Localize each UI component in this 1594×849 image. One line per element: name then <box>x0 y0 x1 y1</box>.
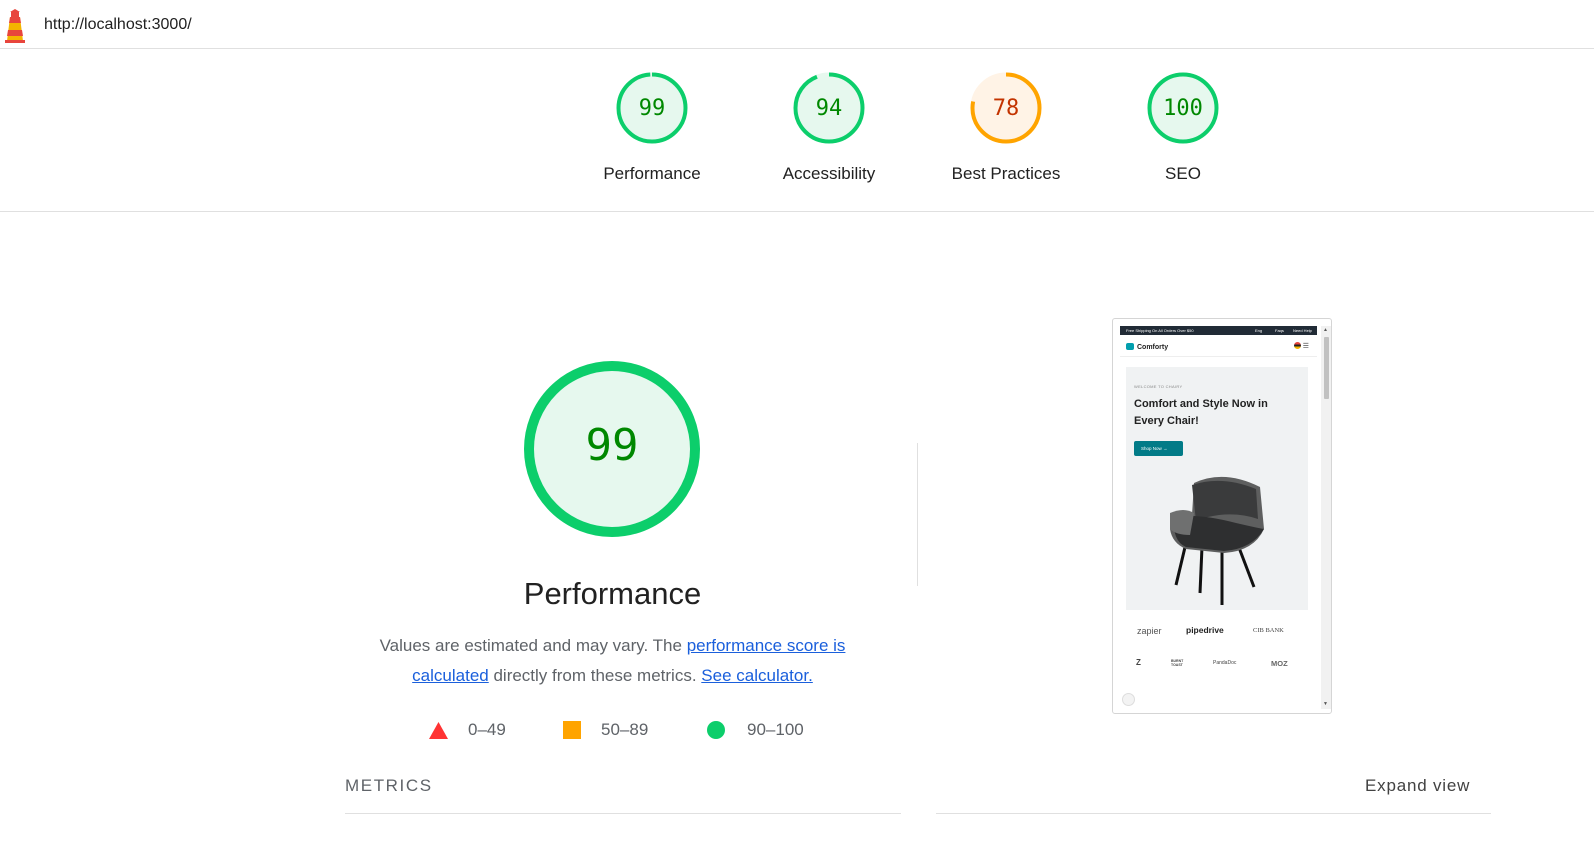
thumb-nav-icons: ☰ <box>1293 342 1309 350</box>
scroll-down-icon: ▼ <box>1323 701 1328 707</box>
description-text: Values are estimated and may vary. The <box>379 636 687 655</box>
scroll-thumb <box>1324 337 1329 399</box>
lighthouse-icon <box>5 9 25 43</box>
legend-range: 0–49 <box>468 720 506 739</box>
page-url[interactable]: http://localhost:3000/ <box>44 16 192 34</box>
thumb-navbar: Comforty ☰ <box>1120 337 1317 357</box>
see-calculator-link[interactable]: See calculator. <box>701 666 813 685</box>
gauge-score: 99 <box>639 96 666 121</box>
thumb-scrollbar: ▲ ▼ <box>1321 326 1331 709</box>
scroll-up-icon: ▲ <box>1323 327 1328 333</box>
chair-logo-icon <box>1126 343 1134 350</box>
legend-pass: 90–100 <box>707 718 804 742</box>
section-divider <box>917 443 918 586</box>
expand-view-button[interactable]: Expand view <box>1365 776 1470 796</box>
logo-z: Z <box>1136 658 1141 667</box>
score-gauge-ring: 94 <box>793 72 865 144</box>
legend-average: 50–89 <box>563 718 648 742</box>
metrics-divider-right <box>936 813 1491 814</box>
legend-fail: 0–49 <box>429 718 506 742</box>
thumb-announcement-bar: Free Shipping On All Orders Over $50 Eng… <box>1120 326 1317 335</box>
url-bar: http://localhost:3000/ <box>0 0 1594 49</box>
final-screenshot[interactable]: Free Shipping On All Orders Over $50 Eng… <box>1112 318 1332 714</box>
triangle-icon <box>429 721 448 739</box>
thumb-headline: Comfort and Style Now in Every Chair! <box>1134 398 1268 427</box>
logo-moz: MOZ <box>1271 659 1288 668</box>
gauge-label: Best Practices <box>951 164 1061 183</box>
thumb-brand-name: Comforty <box>1137 344 1169 351</box>
performance-title: Performance <box>523 576 702 611</box>
score-gauge-ring: 100 <box>1147 72 1219 144</box>
gauge-performance[interactable]: 99 Performance <box>582 71 722 184</box>
gauge-accessibility[interactable]: 94 Accessibility <box>759 71 899 184</box>
thumb-brand: Comforty <box>1126 343 1168 351</box>
metrics-title: METRICS <box>345 776 433 795</box>
gauge-label: Accessibility <box>782 164 876 183</box>
logo-pipedrive: pipedrive <box>1186 625 1224 635</box>
category-gauges: 99 Performance 94 Accessibility 78 Best Pra… <box>0 49 1594 212</box>
gauge-score: 100 <box>1163 96 1203 121</box>
description-text-middle: directly from these metrics. <box>488 666 702 685</box>
circle-icon <box>707 721 725 739</box>
thumb-lang: Eng <box>1255 328 1263 333</box>
logo-pandadoc: PandaDoc <box>1213 660 1237 666</box>
gauge-label: SEO <box>1165 164 1201 183</box>
gauge-score: 94 <box>816 96 843 121</box>
gauge-label: Performance <box>603 164 701 183</box>
logo-zapier: zapier <box>1137 626 1162 636</box>
legend-range: 90–100 <box>747 720 804 739</box>
thumb-shop-button: Shop Now → <box>1134 441 1183 456</box>
thumb-faqs: Faqs <box>1275 328 1284 333</box>
thumb-help: Need Help <box>1293 328 1312 333</box>
thumb-welcome: WELCOME TO CHAIRY <box>1134 384 1183 389</box>
thumb-hero: WELCOME TO CHAIRY Comfort and Style Now … <box>1126 367 1308 610</box>
metrics-divider-left <box>345 813 901 814</box>
gauge-score: 78 <box>993 96 1020 121</box>
performance-description: Values are estimated and may vary. The p… <box>355 631 870 691</box>
gauge-best-practices[interactable]: 78 Best Practices <box>936 71 1076 184</box>
thumb-shipping-text: Free Shipping On All Orders Over $50 <box>1126 328 1194 333</box>
score-gauge-ring: 99 <box>616 72 688 144</box>
logo-burnt-toast: BURNT TOAST <box>1171 659 1184 667</box>
menu-icon: ☰ <box>1302 343 1309 350</box>
performance-score-gauge: 99 <box>524 361 700 537</box>
legend-range: 50–89 <box>601 720 649 739</box>
chair-image <box>1170 476 1264 605</box>
cart-icon <box>1293 342 1301 349</box>
gauge-seo[interactable]: 100 SEO <box>1113 71 1253 184</box>
thumb-floating-button <box>1122 693 1135 706</box>
square-icon <box>563 721 581 739</box>
logo-cib-bank: CIB BANK <box>1253 627 1284 634</box>
performance-score-value: 99 <box>586 420 639 471</box>
score-gauge-ring: 78 <box>970 72 1042 144</box>
